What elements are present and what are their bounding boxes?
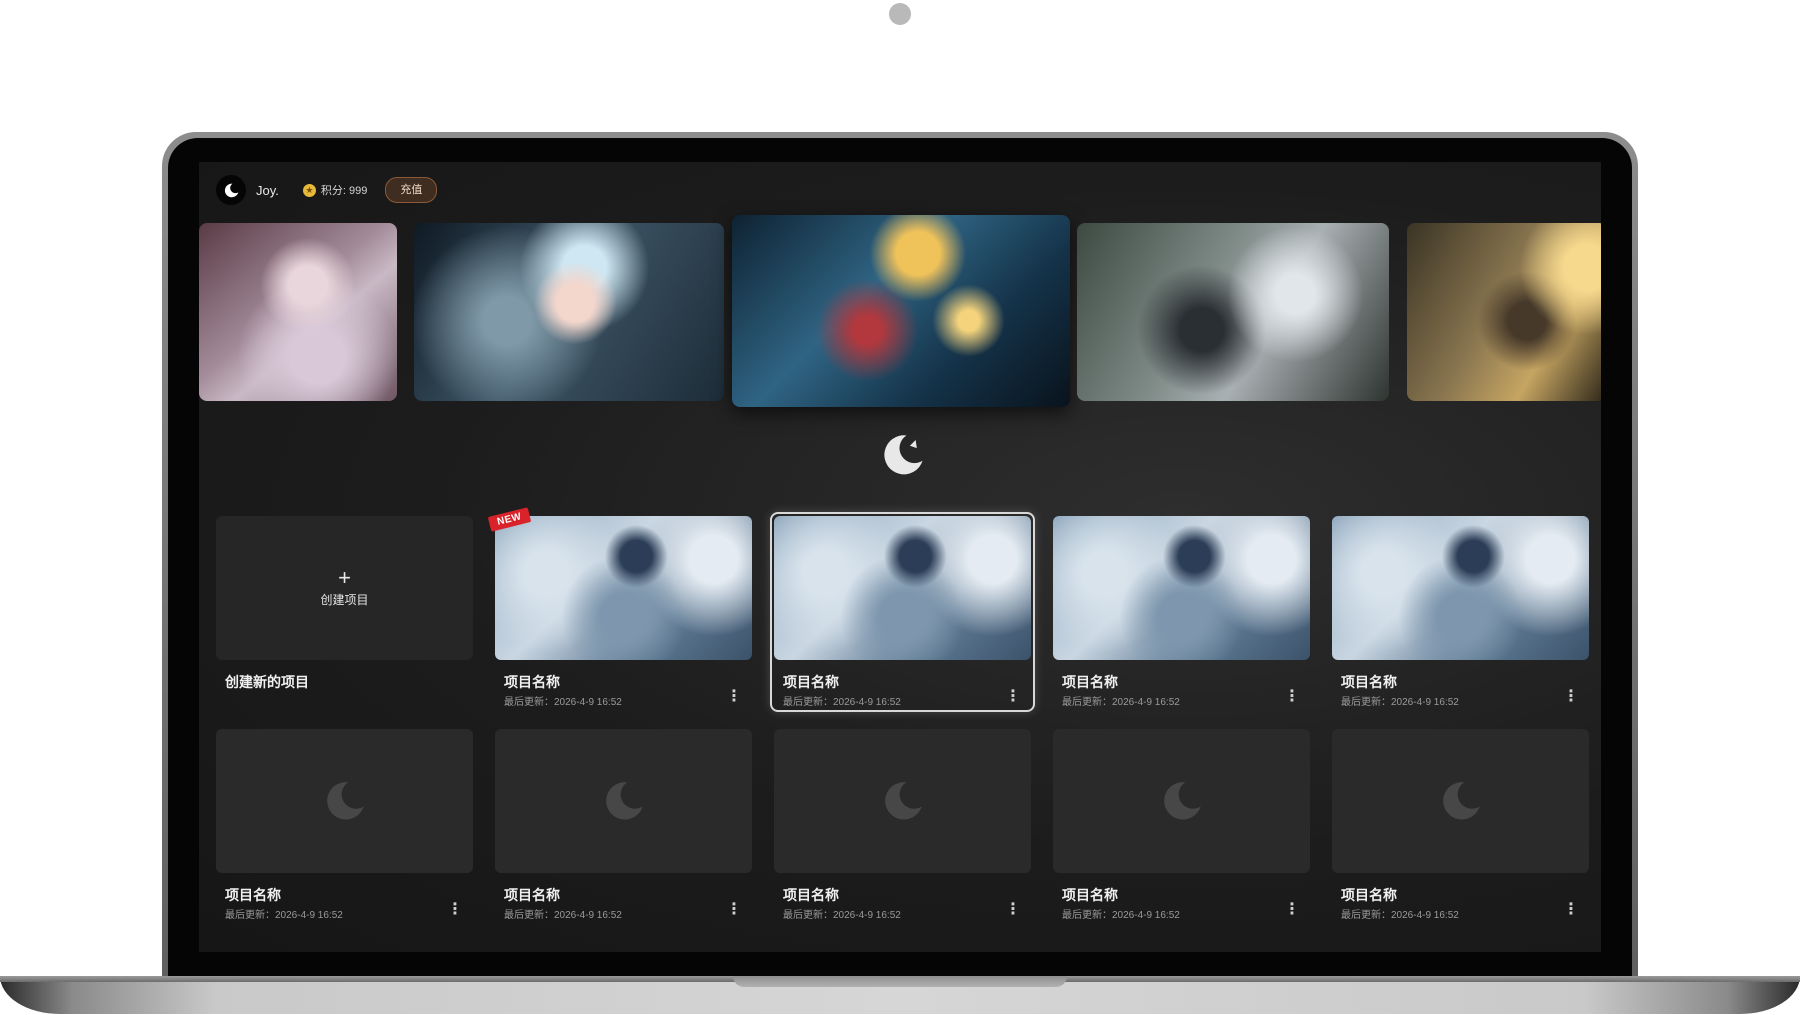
project-title: 项目名称 <box>1341 887 1397 903</box>
project-updated: 最后更新：2026-4-9 16:52 <box>504 697 622 708</box>
project-title: 项目名称 <box>504 674 560 690</box>
project-card[interactable]: 项目名称 最后更新：2026-4-9 16:52 ⋮ <box>1332 516 1589 708</box>
project-card-selected[interactable]: 项目名称 最后更新：2026-4-9 16:52 ⋮ <box>770 512 1035 712</box>
project-updated: 最后更新：2026-4-9 16:52 <box>1341 697 1459 708</box>
carousel-slide-2[interactable] <box>414 223 724 401</box>
project-updated: 最后更新：2026-4-9 16:52 <box>783 910 901 921</box>
carousel-slide-5[interactable] <box>1407 223 1601 401</box>
top-bar: Joy. ★ 积分: 999 充值 <box>216 174 438 206</box>
project-title: 项目名称 <box>225 887 281 903</box>
create-project-label: 创建项目 <box>320 592 369 607</box>
carousel-slide-1[interactable] <box>199 223 397 401</box>
project-thumbnail-empty[interactable] <box>1053 729 1310 873</box>
project-title: 项目名称 <box>1062 674 1118 690</box>
project-title: 项目名称 <box>783 674 839 690</box>
project-card[interactable]: 项目名称 最后更新：2026-4-9 16:52 ⋮ <box>774 729 1031 921</box>
project-thumbnail-empty[interactable] <box>216 729 473 873</box>
more-vertical-icon[interactable]: ⋮ <box>1284 901 1300 919</box>
more-vertical-icon[interactable]: ⋮ <box>447 901 463 919</box>
project-thumbnail[interactable] <box>1332 516 1589 660</box>
project-thumbnail-empty[interactable] <box>495 729 752 873</box>
more-vertical-icon[interactable]: ⋮ <box>1563 901 1579 919</box>
project-card[interactable]: 项目名称 最后更新：2026-4-9 16:52 ⋮ <box>1053 516 1310 708</box>
points-label: 积分: 999 <box>320 185 368 197</box>
project-title: 项目名称 <box>783 887 839 903</box>
project-card[interactable]: NEW 项目名称 最后更新：2026-4-9 16:52 ⋮ <box>487 507 752 708</box>
create-project-button[interactable]: + 创建项目 <box>216 516 473 660</box>
moon-logo-icon <box>884 435 923 475</box>
more-vertical-icon[interactable]: ⋮ <box>1005 901 1021 919</box>
project-thumbnail-empty[interactable] <box>774 729 1031 873</box>
project-card[interactable]: 项目名称 最后更新：2026-4-9 16:52 ⋮ <box>1053 729 1310 921</box>
more-vertical-icon[interactable]: ⋮ <box>726 901 742 919</box>
moon-logo-icon <box>884 782 922 820</box>
project-title: 项目名称 <box>504 887 560 903</box>
webcam <box>889 3 911 25</box>
moon-logo-icon <box>224 183 238 197</box>
project-thumbnail[interactable] <box>1053 516 1310 660</box>
laptop-opening-notch <box>733 976 1067 987</box>
project-updated: 最后更新：2026-4-9 16:52 <box>783 697 901 708</box>
recharge-button[interactable]: 充值 <box>385 177 438 203</box>
points-display: ★ 积分: 999 <box>302 182 368 198</box>
project-card[interactable]: 项目名称 最后更新：2026-4-9 16:52 ⋮ <box>495 729 752 921</box>
project-updated: 最后更新：2026-4-9 16:52 <box>1341 910 1459 921</box>
app-screen: Joy. ★ 积分: 999 充值 + 创建项目 创建新的项目 NEW 项目名称… <box>199 162 1601 952</box>
plus-icon: + <box>338 564 351 590</box>
username: Joy. <box>256 182 279 198</box>
project-updated: 最后更新：2026-4-9 16:52 <box>504 910 622 921</box>
project-thumbnail[interactable] <box>495 516 752 660</box>
project-title: 项目名称 <box>1062 887 1118 903</box>
more-vertical-icon[interactable]: ⋮ <box>1563 688 1579 706</box>
moon-logo-icon <box>1442 782 1480 820</box>
more-vertical-icon[interactable]: ⋮ <box>1005 688 1021 706</box>
create-project-title: 创建新的项目 <box>225 674 309 690</box>
project-card[interactable]: 项目名称 最后更新：2026-4-9 16:52 ⋮ <box>1332 729 1589 921</box>
moon-logo-icon <box>326 782 364 820</box>
project-updated: 最后更新：2026-4-9 16:52 <box>225 910 343 921</box>
avatar[interactable] <box>216 175 246 205</box>
project-thumbnail[interactable] <box>774 516 1031 660</box>
coin-icon: ★ <box>302 183 316 197</box>
carousel-slide-3[interactable] <box>732 215 1070 407</box>
moon-logo-icon <box>605 782 643 820</box>
more-vertical-icon[interactable]: ⋮ <box>726 688 742 706</box>
create-project-card[interactable]: + 创建项目 创建新的项目 <box>216 516 473 708</box>
moon-logo-icon <box>1163 782 1201 820</box>
more-vertical-icon[interactable]: ⋮ <box>1284 688 1300 706</box>
project-card[interactable]: 项目名称 最后更新：2026-4-9 16:52 ⋮ <box>216 729 473 921</box>
carousel-slide-4[interactable] <box>1077 223 1389 401</box>
project-updated: 最后更新：2026-4-9 16:52 <box>1062 697 1180 708</box>
project-title: 项目名称 <box>1341 674 1397 690</box>
project-thumbnail-empty[interactable] <box>1332 729 1589 873</box>
project-updated: 最后更新：2026-4-9 16:52 <box>1062 910 1180 921</box>
